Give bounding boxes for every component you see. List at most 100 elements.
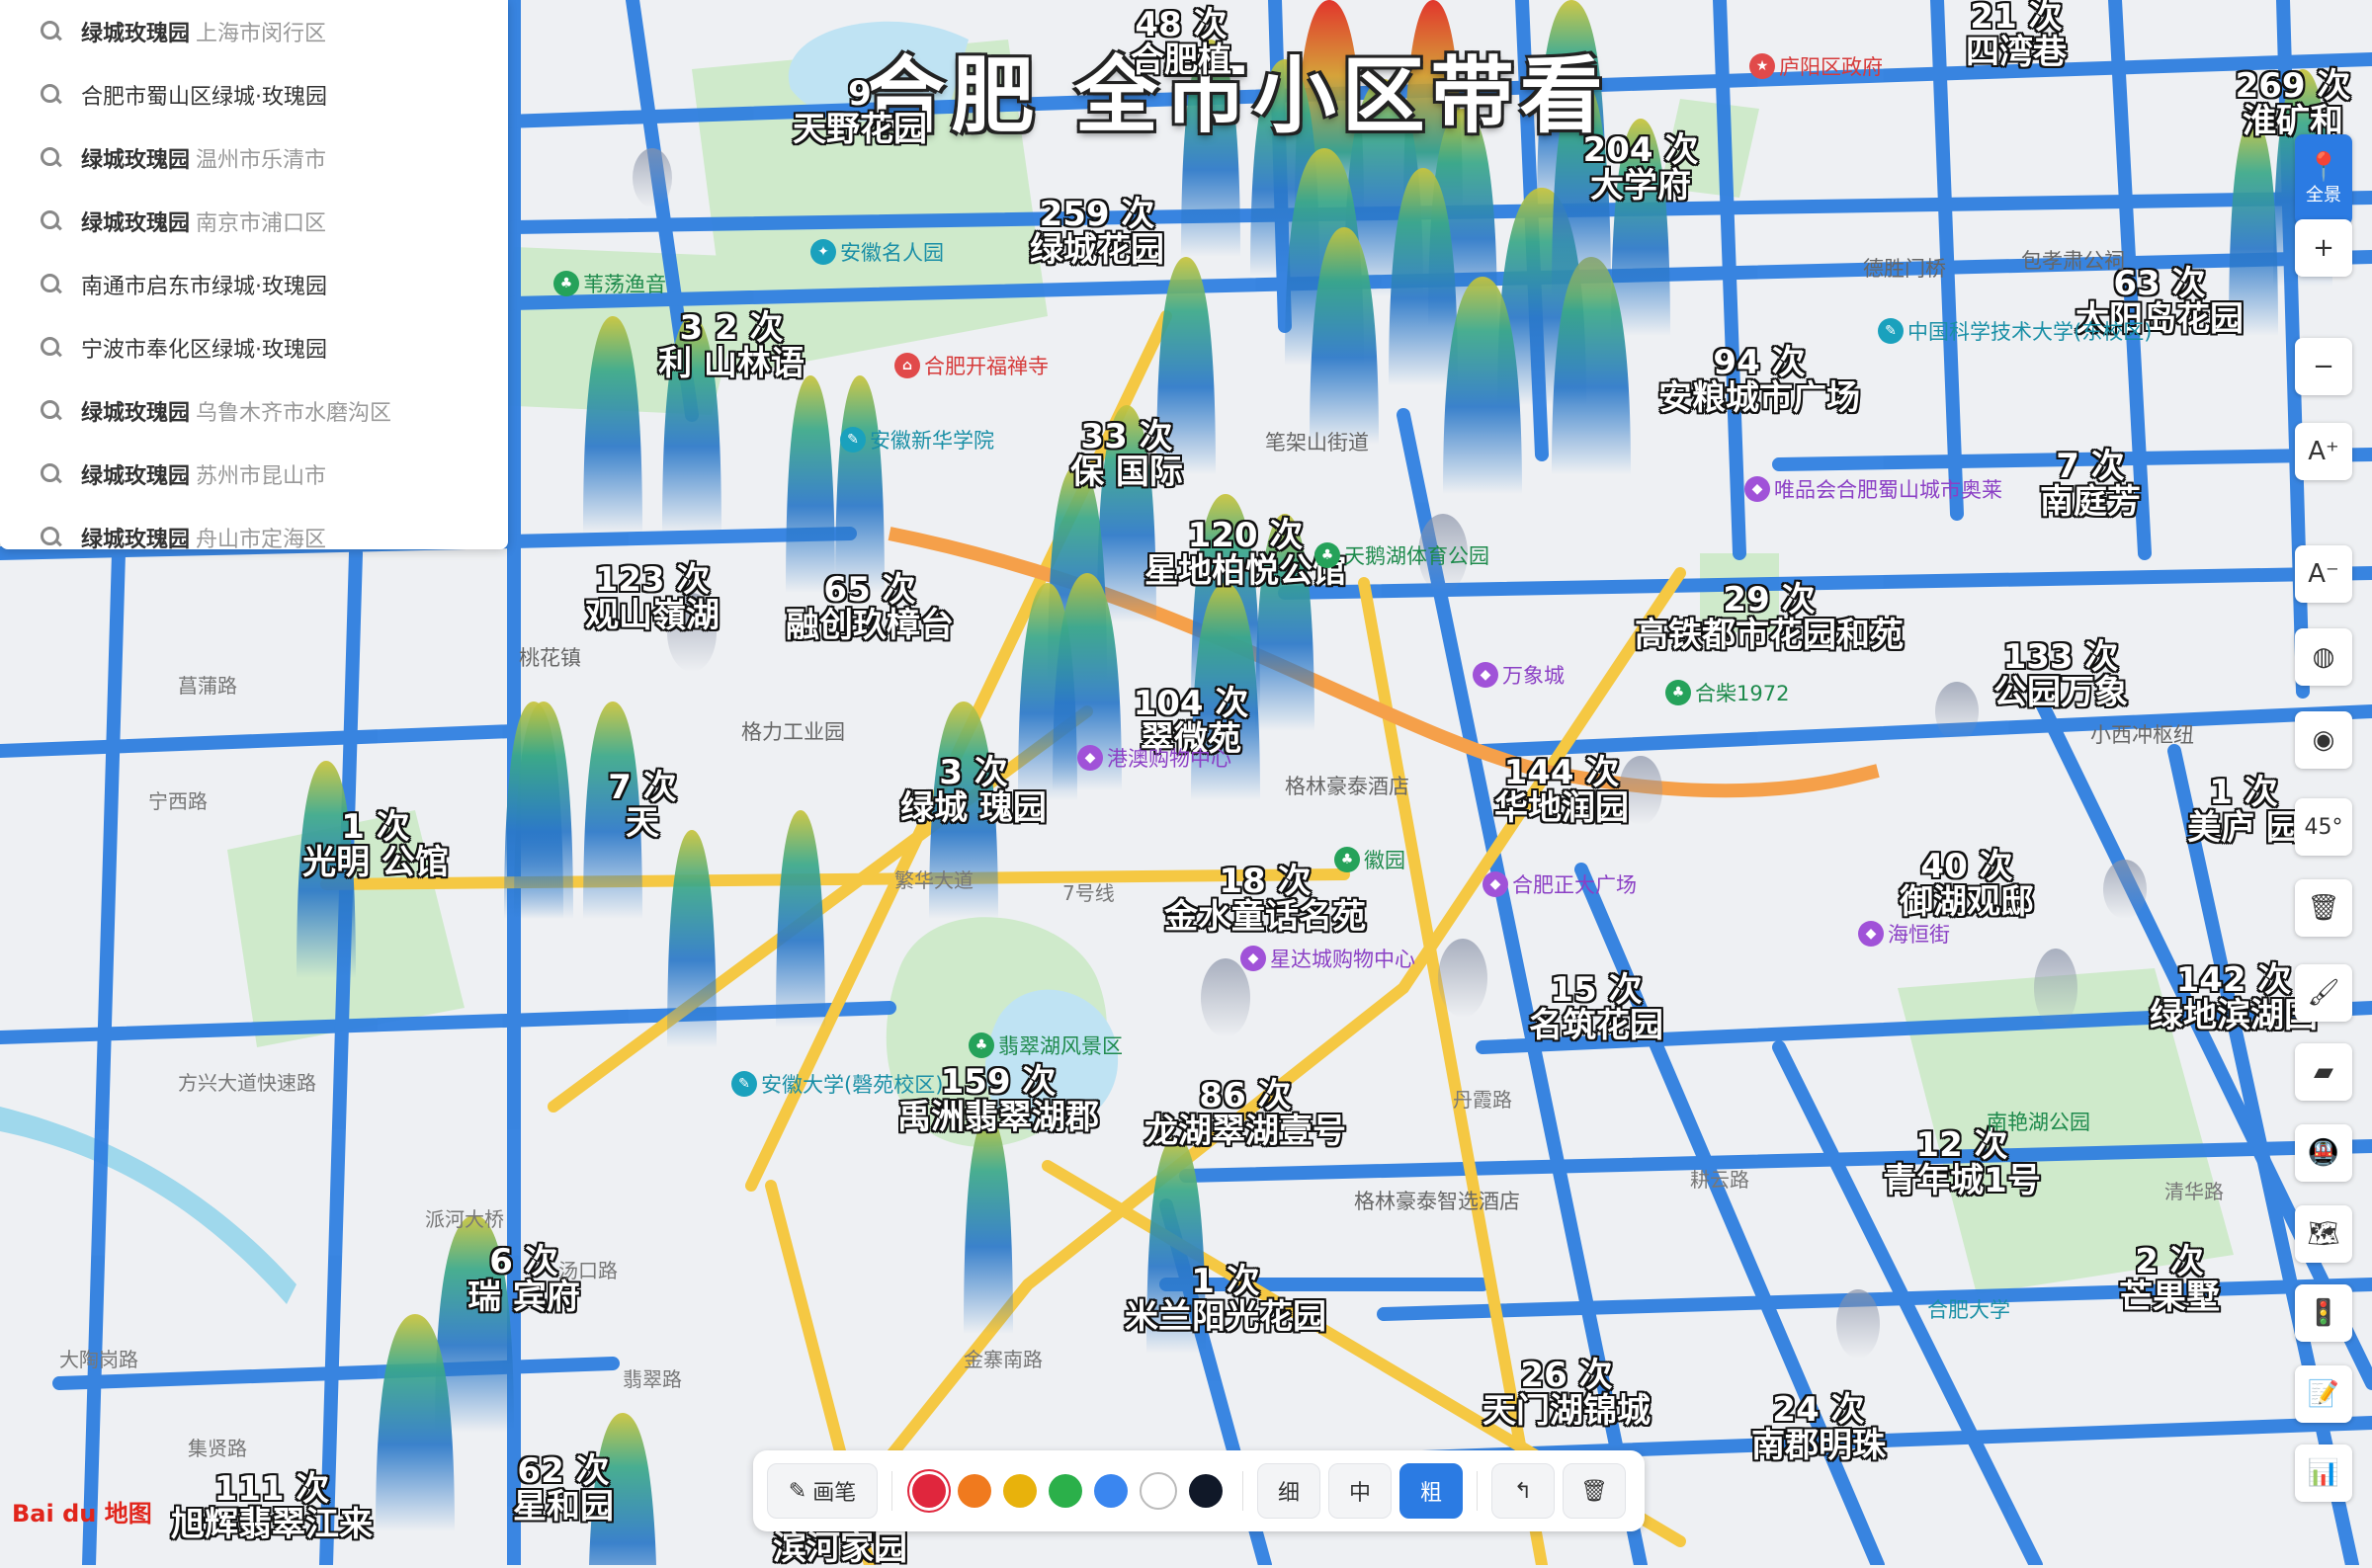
poi-gov[interactable]: ⌂ 合肥开福禅寺 (894, 351, 1049, 380)
color-swatch[interactable] (1094, 1474, 1128, 1508)
poi-name: 翡翠湖风景区 (998, 1034, 1123, 1058)
suggestion-match: 绿城玫瑰园 (81, 401, 191, 426)
poi-name: 庐阳区政府 (1779, 55, 1883, 79)
poi-park[interactable]: ♣ 天鹅湖体育公园 (1314, 540, 1489, 570)
color-swatch[interactable] (912, 1474, 946, 1508)
stroke-thick-button[interactable]: 粗 (1399, 1463, 1463, 1519)
poi-park[interactable]: ♣ 徽园 (1334, 845, 1405, 874)
clear-icon[interactable]: 🗑 (1563, 1463, 1626, 1519)
suggestion-item[interactable]: 绿城玫瑰园 温州市乐清市 (0, 126, 508, 190)
full-view-button[interactable]: 📍 全景 (2295, 134, 2352, 225)
poi-road: 方兴大道快速路 (178, 1067, 316, 1096)
color-swatch[interactable] (1189, 1474, 1223, 1508)
stroke-thin-button[interactable]: 细 (1257, 1463, 1320, 1519)
poi-edu[interactable]: ✎ 安徽大学(磬苑校区) (731, 1069, 943, 1099)
park-pin-icon: ♣ (1314, 542, 1340, 568)
poi-name: 桃花镇 (519, 646, 581, 670)
suggestion-item[interactable]: 合肥市蜀山区绿城·玫瑰园 (0, 63, 508, 126)
poi-plain[interactable]: 桃花镇 (519, 642, 581, 672)
search-icon (40, 399, 63, 423)
brush-icon[interactable]: 🖌 (2295, 964, 2352, 1022)
color-palette (906, 1472, 1228, 1510)
traffic-light-icon[interactable]: 🚦 (2295, 1284, 2352, 1342)
font-size-down-button[interactable]: A⁻ (2295, 545, 2352, 603)
poi-name: 中国科学技术大学(东校区) (1907, 320, 2153, 344)
satellite-icon[interactable]: 🗺 (2295, 1205, 2352, 1263)
park-pin-icon: ♣ (1334, 847, 1360, 872)
search-icon (40, 209, 63, 233)
zoom-in-button[interactable]: + (2295, 219, 2352, 277)
poi-shop[interactable]: ◆ 万象城 (1473, 660, 1565, 690)
suggestion-match: 绿城玫瑰园 (81, 464, 191, 489)
stroke-medium-button[interactable]: 中 (1328, 1463, 1392, 1519)
globe-icon[interactable]: ◍ (2295, 628, 2352, 686)
poi-plain[interactable]: 笔架山街道 (1265, 427, 1369, 456)
poi-edu[interactable]: ✎ 中国科学技术大学(东校区) (1878, 316, 2152, 346)
poi-shop[interactable]: ◆ 海恒街 (1858, 919, 1950, 949)
pen-label: 画笔 (812, 1481, 857, 1506)
subway-icon[interactable]: 🚇 (2295, 1124, 2352, 1182)
poi-name: 清华路 (2164, 1180, 2224, 1203)
search-icon (40, 146, 63, 170)
suggestion-item[interactable]: 绿城玫瑰园 乌鲁木齐市水磨沟区 (0, 379, 508, 443)
poi-road: 菖蒲路 (178, 670, 237, 699)
edu-pin-icon: ✎ (731, 1071, 757, 1097)
logo-text: Bai du 地图 (12, 1500, 152, 1527)
poi-edu[interactable]: 合肥大学 (1927, 1294, 2010, 1324)
poi-park[interactable]: ♣ 翡翠湖风景区 (969, 1031, 1123, 1060)
poi-name: 金寨南路 (964, 1348, 1043, 1371)
search-icon (40, 20, 63, 43)
note-icon[interactable]: 📝 (2295, 1365, 2352, 1423)
suggestion-item[interactable]: 宁波市奉化区绿城·玫瑰园 (0, 316, 508, 379)
suggestion-item[interactable]: 绿城玫瑰园 南京市浦口区 (0, 190, 508, 253)
poi-shop[interactable]: ◆ 港澳购物中心 (1077, 743, 1231, 773)
map-title: 合肥 全市小区带看 (862, 47, 1609, 144)
color-swatch[interactable] (1140, 1472, 1177, 1510)
poi-park[interactable]: ♣ 苇荡渔音 (553, 269, 666, 298)
color-swatch[interactable] (1049, 1474, 1082, 1508)
zoom-out-button[interactable]: − (2295, 338, 2352, 395)
edu-pin-icon: ✦ (810, 239, 836, 265)
poi-plain[interactable]: 小西冲枢纽 (2090, 719, 2194, 749)
poi-shop[interactable]: ◆ 合肥正大广场 (1482, 869, 1637, 899)
suggestion-item[interactable]: 绿城玫瑰园 舟山市定海区 (0, 506, 508, 549)
poi-plain[interactable]: 格林豪泰智选酒店 (1354, 1186, 1520, 1215)
pen-button[interactable]: ✎ 画笔 (767, 1463, 878, 1519)
undo-icon[interactable]: ↰ (1491, 1463, 1555, 1519)
poi-name: 笔架山街道 (1265, 431, 1369, 454)
poi-plain[interactable]: 德胜门桥 (1863, 253, 1946, 283)
poi-shop[interactable]: ◆ 唯品会合肥蜀山城市奥莱 (1744, 474, 2002, 504)
poi-edu[interactable]: ✦ 安徽名人园 (810, 237, 944, 267)
poi-road: 汤口路 (558, 1255, 618, 1283)
poi-plain[interactable]: 包孝肃公祠 (2021, 245, 2125, 275)
poi-name: 大陶岗路 (59, 1348, 138, 1371)
poi-park[interactable]: ♣ 合柴1972 (1665, 678, 1789, 707)
suggestion-match: 绿城玫瑰园 (81, 22, 191, 46)
color-swatch[interactable] (1003, 1474, 1037, 1508)
poi-gov[interactable]: ★ 庐阳区政府 (1749, 51, 1883, 81)
suggestion-region: 合肥市蜀山区绿城·玫瑰园 (81, 85, 327, 110)
layer-icon[interactable]: ▰ (2295, 1043, 2352, 1101)
poi-park[interactable]: 南艳湖公园 (1987, 1107, 2090, 1136)
tilt-button[interactable]: 45° (2295, 798, 2352, 856)
color-swatch[interactable] (958, 1474, 991, 1508)
chart-icon[interactable]: 📊 (2295, 1444, 2352, 1502)
poi-name: 安徽名人园 (840, 241, 944, 265)
font-size-up-button[interactable]: A⁺ (2295, 423, 2352, 480)
suggestion-item[interactable]: 南通市启东市绿城·玫瑰园 (0, 253, 508, 316)
suggestion-item[interactable]: 绿城玫瑰园 上海市闵行区 (0, 0, 508, 63)
poi-road: 丹霞路 (1453, 1084, 1512, 1113)
trash-icon[interactable]: 🗑 (2295, 879, 2352, 937)
search-suggestion-list: 绿城玫瑰园 上海市闵行区 合肥市蜀山区绿城·玫瑰园 绿城玫瑰园 温州市乐清市 绿城玫瑰园南… (0, 0, 508, 549)
poi-shop[interactable]: ◆ 星达城购物中心 (1240, 944, 1415, 973)
poi-plain[interactable]: 格力工业园 (741, 716, 845, 746)
suggestion-match: 绿城玫瑰园 (81, 148, 191, 173)
poi-plain[interactable]: 格林豪泰酒店 (1285, 771, 1409, 800)
eye-icon[interactable]: ◉ (2295, 711, 2352, 769)
suggestion-item[interactable]: 绿城玫瑰园 苏州市昆山市 (0, 443, 508, 506)
poi-name: 宁西路 (148, 789, 208, 813)
poi-name: 南艳湖公园 (1987, 1111, 2090, 1134)
poi-edu[interactable]: ✎ 安徽新华学院 (840, 425, 994, 454)
poi-road: 派河大桥 (425, 1203, 504, 1232)
poi-name: 苇荡渔音 (583, 273, 666, 296)
